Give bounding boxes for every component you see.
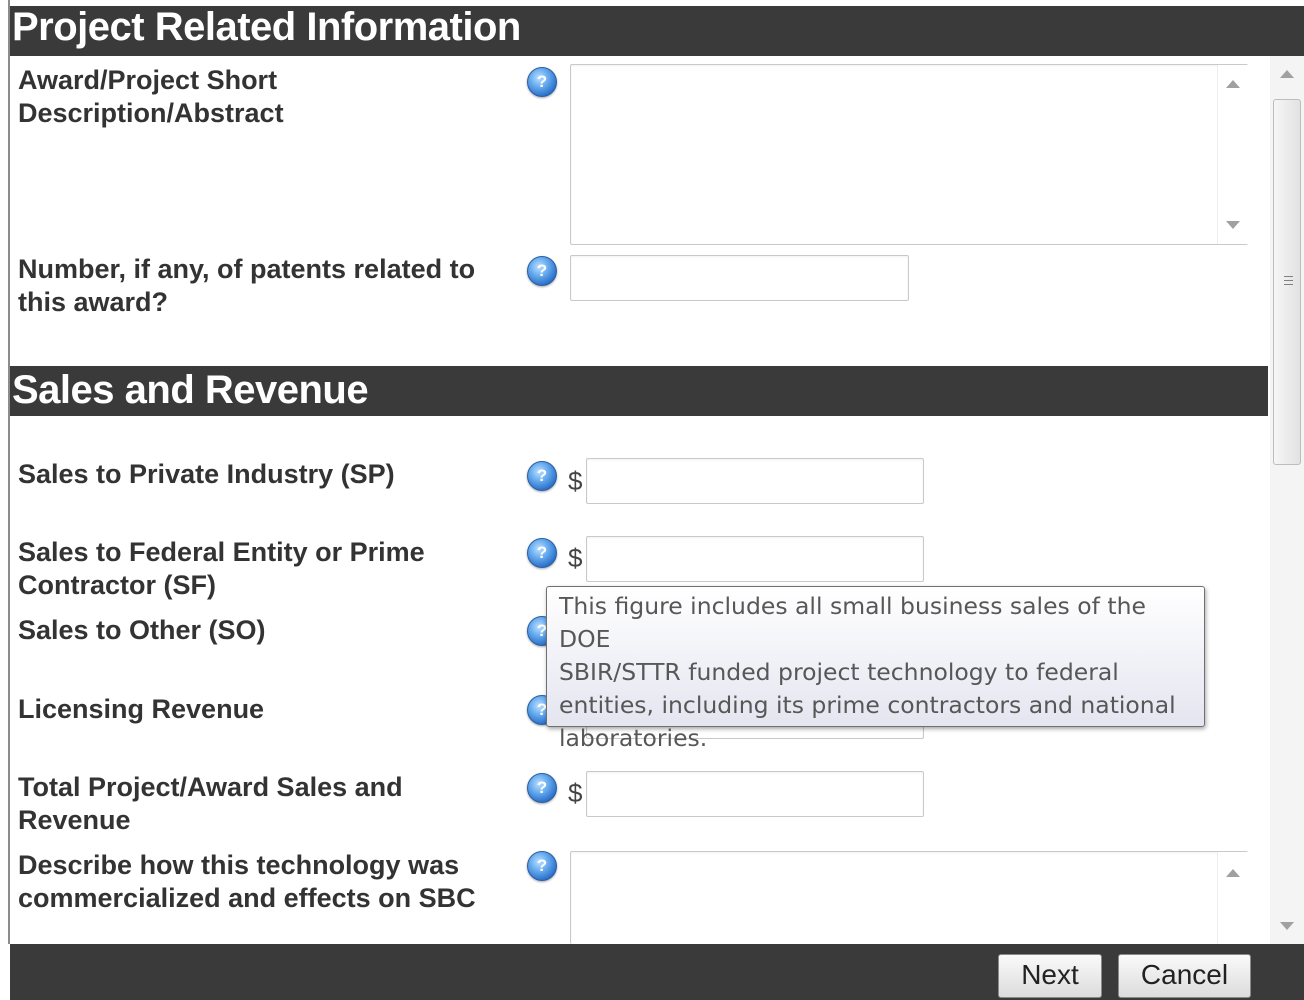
- total-currency-symbol: $: [568, 778, 583, 808]
- abstract-scroll-up-icon[interactable]: [1226, 80, 1240, 88]
- patents-input[interactable]: [570, 255, 909, 301]
- sp-input[interactable]: [586, 458, 924, 504]
- tooltip-line1: This figure includes all small business …: [559, 592, 1146, 653]
- total-help-icon[interactable]: ?: [527, 773, 557, 803]
- sf-help-icon[interactable]: ?: [527, 538, 557, 568]
- abstract-help-icon[interactable]: ?: [527, 67, 557, 97]
- commercialized-label-line2: commercialized and effects on SBC: [18, 883, 476, 913]
- patents-label-line2: this award?: [18, 287, 169, 317]
- commercialized-label-line1: Describe how this technology was: [18, 850, 460, 880]
- commercialized-help-icon[interactable]: ?: [527, 851, 557, 881]
- total-label-line1: Total Project/Award Sales and: [18, 772, 403, 802]
- scroll-grip-icon: [1284, 276, 1293, 277]
- section-header-sales: Sales and Revenue: [10, 366, 1268, 416]
- tooltip-line4: laboratories.: [559, 724, 708, 752]
- abstract-textarea[interactable]: [570, 64, 1248, 245]
- commercialized-scroll-up-icon[interactable]: [1226, 869, 1240, 877]
- sp-label: Sales to Private Industry (SP): [18, 459, 395, 489]
- sf-input[interactable]: [586, 536, 924, 582]
- abstract-label: Award/Project Short Description/Abstract: [18, 64, 284, 130]
- tooltip-line3: entities, including its prime contractor…: [559, 691, 1176, 719]
- page-left-border: [8, 0, 10, 944]
- sp-help-icon[interactable]: ?: [527, 461, 557, 491]
- cancel-button[interactable]: Cancel: [1118, 954, 1251, 998]
- patents-label: Number, if any, of patents related to th…: [18, 253, 475, 319]
- sf-currency-symbol: $: [568, 543, 583, 573]
- sf-label-line1: Sales to Federal Entity or Prime: [18, 537, 425, 567]
- page-scrollbar[interactable]: [1270, 56, 1304, 944]
- total-label-line2: Revenue: [18, 805, 131, 835]
- total-input[interactable]: [586, 771, 924, 817]
- sp-currency-symbol: $: [568, 466, 583, 496]
- commercialized-textarea-scrollbar[interactable]: [1217, 852, 1248, 944]
- page-scroll-down-icon[interactable]: [1280, 922, 1294, 930]
- sf-label-line2: Contractor (SF): [18, 570, 216, 600]
- abstract-label-line1: Award/Project Short: [18, 65, 278, 95]
- abstract-label-line2: Description/Abstract: [18, 98, 284, 128]
- sf-label: Sales to Federal Entity or Prime Contrac…: [18, 536, 425, 602]
- next-button[interactable]: Next: [998, 954, 1102, 998]
- scroll-grip-line: [1284, 284, 1293, 285]
- dialog-footer: Next Cancel: [10, 944, 1304, 1000]
- total-label: Total Project/Award Sales and Revenue: [18, 771, 403, 837]
- sf-help-tooltip: This figure includes all small business …: [546, 586, 1205, 752]
- patents-help-icon[interactable]: ?: [527, 256, 557, 286]
- page-scroll-thumb[interactable]: [1273, 99, 1301, 465]
- patents-label-line1: Number, if any, of patents related to: [18, 254, 476, 284]
- licensing-label: Licensing Revenue: [18, 694, 265, 724]
- tooltip-line2: SBIR/STTR funded project technology to f…: [559, 658, 1119, 686]
- so-label: Sales to Other (SO): [18, 615, 266, 645]
- abstract-scroll-down-icon[interactable]: [1226, 221, 1240, 229]
- commercialized-textarea[interactable]: [570, 851, 1248, 944]
- page-scroll-up-icon[interactable]: [1280, 70, 1294, 78]
- commercialized-label: Describe how this technology was commerc…: [18, 849, 476, 915]
- scroll-grip-line: [1284, 280, 1293, 281]
- abstract-textarea-scrollbar[interactable]: [1217, 65, 1248, 244]
- section-header-project: Project Related Information: [10, 6, 1304, 56]
